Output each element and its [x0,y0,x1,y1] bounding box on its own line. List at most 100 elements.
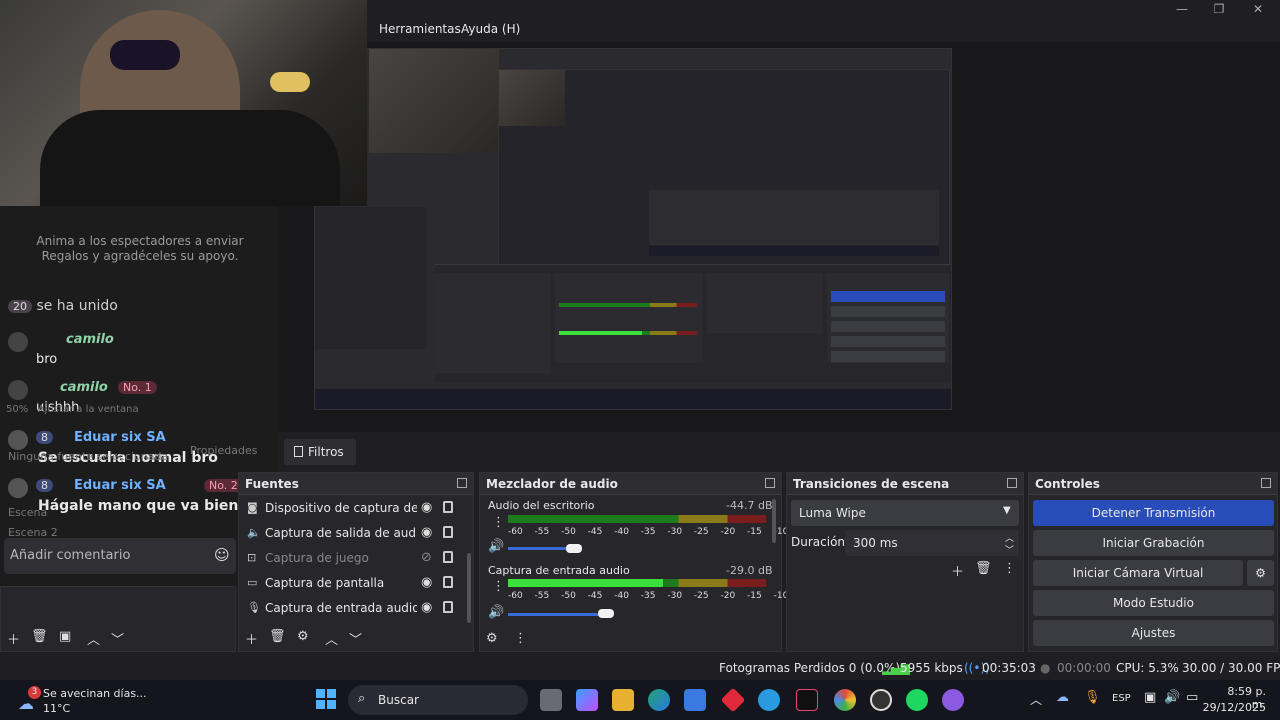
source-item[interactable]: 🔈 Captura de salida de audio ◉ [245,521,459,546]
task-view-icon[interactable] [540,689,562,711]
microphone-icon[interactable]: 🎙 [1084,690,1101,705]
network-icon[interactable]: ▣ [1144,690,1156,705]
undock-icon[interactable] [1007,478,1017,488]
level-badge: 8 [36,431,53,444]
eye-icon[interactable]: ◉ [421,525,432,540]
minimize-icon[interactable]: — [1172,2,1192,18]
mixer-settings-icon[interactable]: ⚙ [486,631,498,646]
tiktok-icon[interactable] [796,689,818,711]
more-icon[interactable]: ⋮ [1003,561,1016,576]
more-icon[interactable]: ⋮ [492,579,505,594]
clock-date[interactable]: 29/12/2025 [1200,701,1266,714]
meter-scale: -60 -55 -50 -45 -40 -35 -30 -25 -20 -15 … [508,591,827,601]
copilot-icon[interactable] [576,689,598,711]
chrome-icon[interactable] [834,689,856,711]
volume-slider[interactable] [508,547,572,550]
gear-icon[interactable]: ⚙ [297,629,309,644]
chevron-down-icon[interactable]: ﹀ [111,629,124,648]
add-icon[interactable]: ＋ [951,561,964,580]
volume-icon[interactable]: 🔊 [1164,690,1180,705]
lock-icon[interactable] [443,526,453,538]
chevron-down-icon[interactable]: ﹀ [349,629,362,648]
cloud-icon[interactable]: ☁ [1056,690,1069,705]
scene-ghost: Escena [8,506,48,519]
spotify-icon[interactable] [906,689,928,711]
gear-icon: ⚙ [1255,566,1266,580]
lock-icon[interactable] [443,551,453,563]
chevron-down-icon: ▼ [1003,505,1011,516]
undock-icon[interactable] [1261,478,1271,488]
taskbar-search[interactable]: ⌕ Buscar [348,685,528,715]
source-item[interactable]: 🎙 Captura de entrada audio ◉ [245,596,459,621]
battery-icon[interactable]: ▭ [1186,690,1198,705]
trash-icon[interactable]: 🗑 [975,561,992,576]
windows-start-icon[interactable] [316,689,336,709]
transitions-title: Transiciones de escena [793,477,950,491]
menu-tools[interactable]: Herramientas [379,22,461,36]
chevron-up-icon[interactable]: ︿ [87,629,100,648]
source-item[interactable]: ▭ Captura de pantalla ◉ [245,571,459,596]
settings-button[interactable]: Ajustes [1033,620,1274,646]
volume-meter [508,515,766,523]
eye-icon[interactable]: ◉ [421,600,432,615]
trash-icon[interactable]: 🗑 [31,629,48,644]
app-icon[interactable] [758,689,780,711]
volume-knob[interactable] [598,609,614,618]
menu-help[interactable]: Ayuda (H) [461,22,520,36]
chevron-up-icon[interactable]: ︿ [325,629,338,648]
studio-mode-button[interactable]: Modo Estudio [1033,590,1274,616]
track-db: -29.0 dB [726,564,773,577]
eye-icon[interactable]: ◉ [421,500,432,515]
chat-username: camilo [66,332,114,347]
source-item[interactable]: ⊡ Captura de juego ⊘ [245,546,459,571]
speaker-icon[interactable]: 🔊 [488,539,504,554]
trash-icon[interactable]: 🗑 [269,629,286,644]
store-icon[interactable] [684,689,706,711]
lock-icon[interactable] [443,501,453,513]
duration-input[interactable]: 300 ms ︿ ﹀ [845,530,1019,556]
virtual-camera-settings-button[interactable]: ⚙ [1247,560,1274,586]
nested-preview [498,69,950,273]
filters-button[interactable]: Filtros [284,439,356,465]
app-icon[interactable] [942,689,964,711]
speaker-icon: 🔈 [247,526,261,539]
status-bar: Fotogramas Perdidos 0 (0.0%) ▂▄▆ 5955 kb… [0,656,1280,680]
language-indicator[interactable]: ESP [1112,693,1131,704]
speaker-icon[interactable]: 🔊 [488,605,504,620]
start-recording-button[interactable]: Iniciar Grabación [1033,530,1274,556]
volume-knob[interactable] [566,544,582,553]
microphone-icon: 🎙 [247,601,261,614]
chevron-up-icon[interactable]: ︿ [1030,691,1042,708]
filter-icon[interactable]: ▣ [59,629,71,644]
weather-widget[interactable]: ☁ 3 Se avecinan días... 11°C [14,686,154,716]
undock-icon[interactable] [765,478,775,488]
file-explorer-icon[interactable] [612,689,634,711]
start-virtual-camera-button[interactable]: Iniciar Cámara Virtual [1033,560,1243,586]
more-icon[interactable]: ⋮ [514,631,527,646]
eye-icon[interactable]: ◉ [421,575,432,590]
properties-bar: Filtros [278,432,1280,472]
lock-icon[interactable] [443,576,453,588]
stop-streaming-button[interactable]: Detener Transmisión [1033,500,1274,526]
scrollbar[interactable] [467,553,471,623]
undock-icon[interactable] [457,478,467,488]
obs-icon[interactable] [870,689,892,711]
close-icon[interactable]: ✕ [1248,2,1268,18]
comment-box[interactable]: Añadir comentario ☺ [4,538,236,574]
zoom-ghost: 50% Ajustar a la ventana [6,404,139,415]
source-item[interactable]: ◙ Dispositivo de captura de vide ◉ [245,496,459,521]
scrollbar[interactable] [772,499,776,543]
preview-canvas[interactable] [314,48,952,410]
maximize-icon[interactable]: ❐ [1209,2,1229,18]
stepper-down-icon[interactable]: ﹀ [1005,543,1014,556]
emoji-icon[interactable]: ☺ [214,546,230,564]
eye-hidden-icon[interactable]: ⊘ [421,550,432,565]
app-icon[interactable] [720,687,746,713]
more-icon[interactable]: ⋮ [492,515,505,530]
add-icon[interactable]: ＋ [245,629,258,648]
edge-icon[interactable] [648,689,670,711]
transition-select[interactable]: Luma Wipe ▼ [791,500,1019,526]
volume-slider[interactable] [508,613,600,616]
add-icon[interactable]: ＋ [7,629,20,648]
lock-icon[interactable] [443,601,453,613]
